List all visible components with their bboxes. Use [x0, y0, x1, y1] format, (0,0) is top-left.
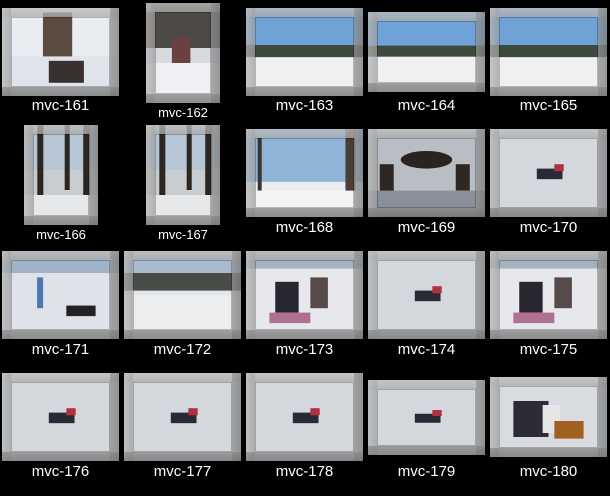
thumbnail-image[interactable]	[246, 373, 363, 461]
thumbnail-image[interactable]	[490, 251, 607, 339]
thumbnail-image[interactable]	[490, 8, 607, 96]
thumbnail-label: mvc-175	[519, 341, 578, 358]
thumbnail-label: mvc-161	[31, 97, 90, 114]
thumbnail-label: mvc-169	[397, 219, 456, 236]
thumbnail-label: mvc-171	[31, 341, 90, 358]
thumbnail-label: mvc-167	[158, 227, 208, 242]
thumbnail-image[interactable]	[490, 377, 607, 457]
thumbnail-image[interactable]	[490, 129, 607, 217]
thumbnail-label: mvc-166	[36, 227, 86, 242]
thumbnail-label: mvc-180	[519, 463, 578, 480]
thumbnail-image[interactable]	[146, 125, 220, 225]
thumbnail-image[interactable]	[368, 129, 485, 217]
thumbnail-image[interactable]	[124, 251, 241, 339]
thumbnail-image[interactable]	[246, 129, 363, 217]
thumbnail-image[interactable]	[368, 380, 485, 455]
thumbnail-image[interactable]	[24, 125, 98, 225]
thumbnail-label: mvc-172	[153, 341, 212, 358]
thumbnail-label: mvc-163	[275, 97, 334, 114]
thumbnail-label: mvc-168	[275, 219, 334, 236]
thumbnail-image[interactable]	[246, 8, 363, 96]
thumbnail-label: mvc-174	[397, 341, 456, 358]
thumbnail-image[interactable]	[246, 251, 363, 339]
thumbnail-image[interactable]	[2, 373, 119, 461]
thumbnail-image[interactable]	[2, 8, 119, 96]
thumbnail-image[interactable]	[146, 3, 220, 103]
thumbnail-label: mvc-162	[158, 105, 208, 120]
thumbnail-label: mvc-179	[397, 463, 456, 480]
thumbnail-grid: mvc-161 mvc-162 mvc-163 mvc-164 mvc-165 mvc-1…	[0, 0, 610, 496]
thumbnail-label: mvc-177	[153, 463, 212, 480]
thumbnail-label: mvc-164	[397, 97, 456, 114]
thumbnail-label: mvc-165	[519, 97, 578, 114]
thumbnail-label: mvc-176	[31, 463, 90, 480]
thumbnail-label: mvc-170	[519, 219, 578, 236]
thumbnail-image[interactable]	[2, 251, 119, 339]
thumbnail-image[interactable]	[368, 12, 485, 92]
thumbnail-image[interactable]	[368, 251, 485, 339]
thumbnail-image[interactable]	[124, 373, 241, 461]
thumbnail-label: mvc-173	[275, 341, 334, 358]
thumbnail-label: mvc-178	[275, 463, 334, 480]
